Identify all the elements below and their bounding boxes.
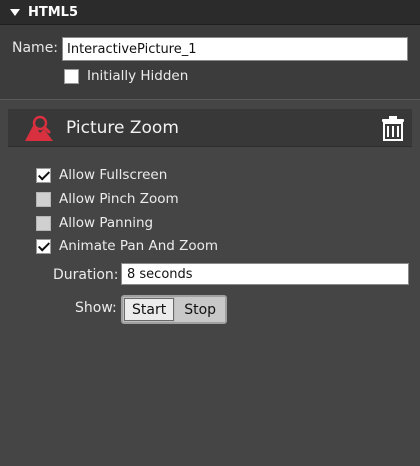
allow-panning-checkbox[interactable] <box>36 215 51 231</box>
name-input[interactable] <box>62 37 408 61</box>
allow-fullscreen-checkbox[interactable] <box>36 167 51 183</box>
allow-panning-label: Allow Panning <box>59 215 154 231</box>
animate-pan-zoom-label: Animate Pan And Zoom <box>59 238 219 254</box>
initially-hidden-checkbox[interactable] <box>64 68 79 84</box>
collapse-triangle-icon[interactable] <box>10 8 20 16</box>
panel-header: Picture Zoom <box>8 109 412 147</box>
animate-pan-zoom-checkbox[interactable] <box>36 238 51 254</box>
show-stop-button[interactable]: Stop <box>175 297 226 322</box>
show-start-button[interactable]: Start <box>124 298 175 321</box>
name-label: Name: <box>12 40 59 56</box>
section-title: HTML5 <box>28 4 79 20</box>
allow-pinch-zoom-checkbox[interactable] <box>36 191 51 207</box>
initially-hidden-label: Initially Hidden <box>87 68 189 84</box>
allow-fullscreen-label: Allow Fullscreen <box>59 167 168 183</box>
html5-section-header[interactable]: HTML5 <box>0 0 420 25</box>
allow-panning-option[interactable]: Allow Panning <box>36 214 153 232</box>
duration-input[interactable] <box>121 263 409 285</box>
duration-label: Duration: <box>53 267 119 283</box>
show-segmented-control: Start Stop <box>121 295 228 324</box>
allow-fullscreen-option[interactable]: Allow Fullscreen <box>36 166 167 184</box>
initially-hidden-checkbox-row[interactable]: Initially Hidden <box>64 67 188 85</box>
picture-zoom-icon <box>25 115 53 141</box>
allow-pinch-zoom-label: Allow Pinch Zoom <box>59 191 179 207</box>
animate-pan-zoom-option[interactable]: Animate Pan And Zoom <box>36 237 218 255</box>
show-label: Show: <box>75 300 117 316</box>
trash-icon[interactable] <box>380 115 406 141</box>
allow-pinch-zoom-option[interactable]: Allow Pinch Zoom <box>36 190 179 208</box>
panel-title: Picture Zoom <box>66 118 179 138</box>
